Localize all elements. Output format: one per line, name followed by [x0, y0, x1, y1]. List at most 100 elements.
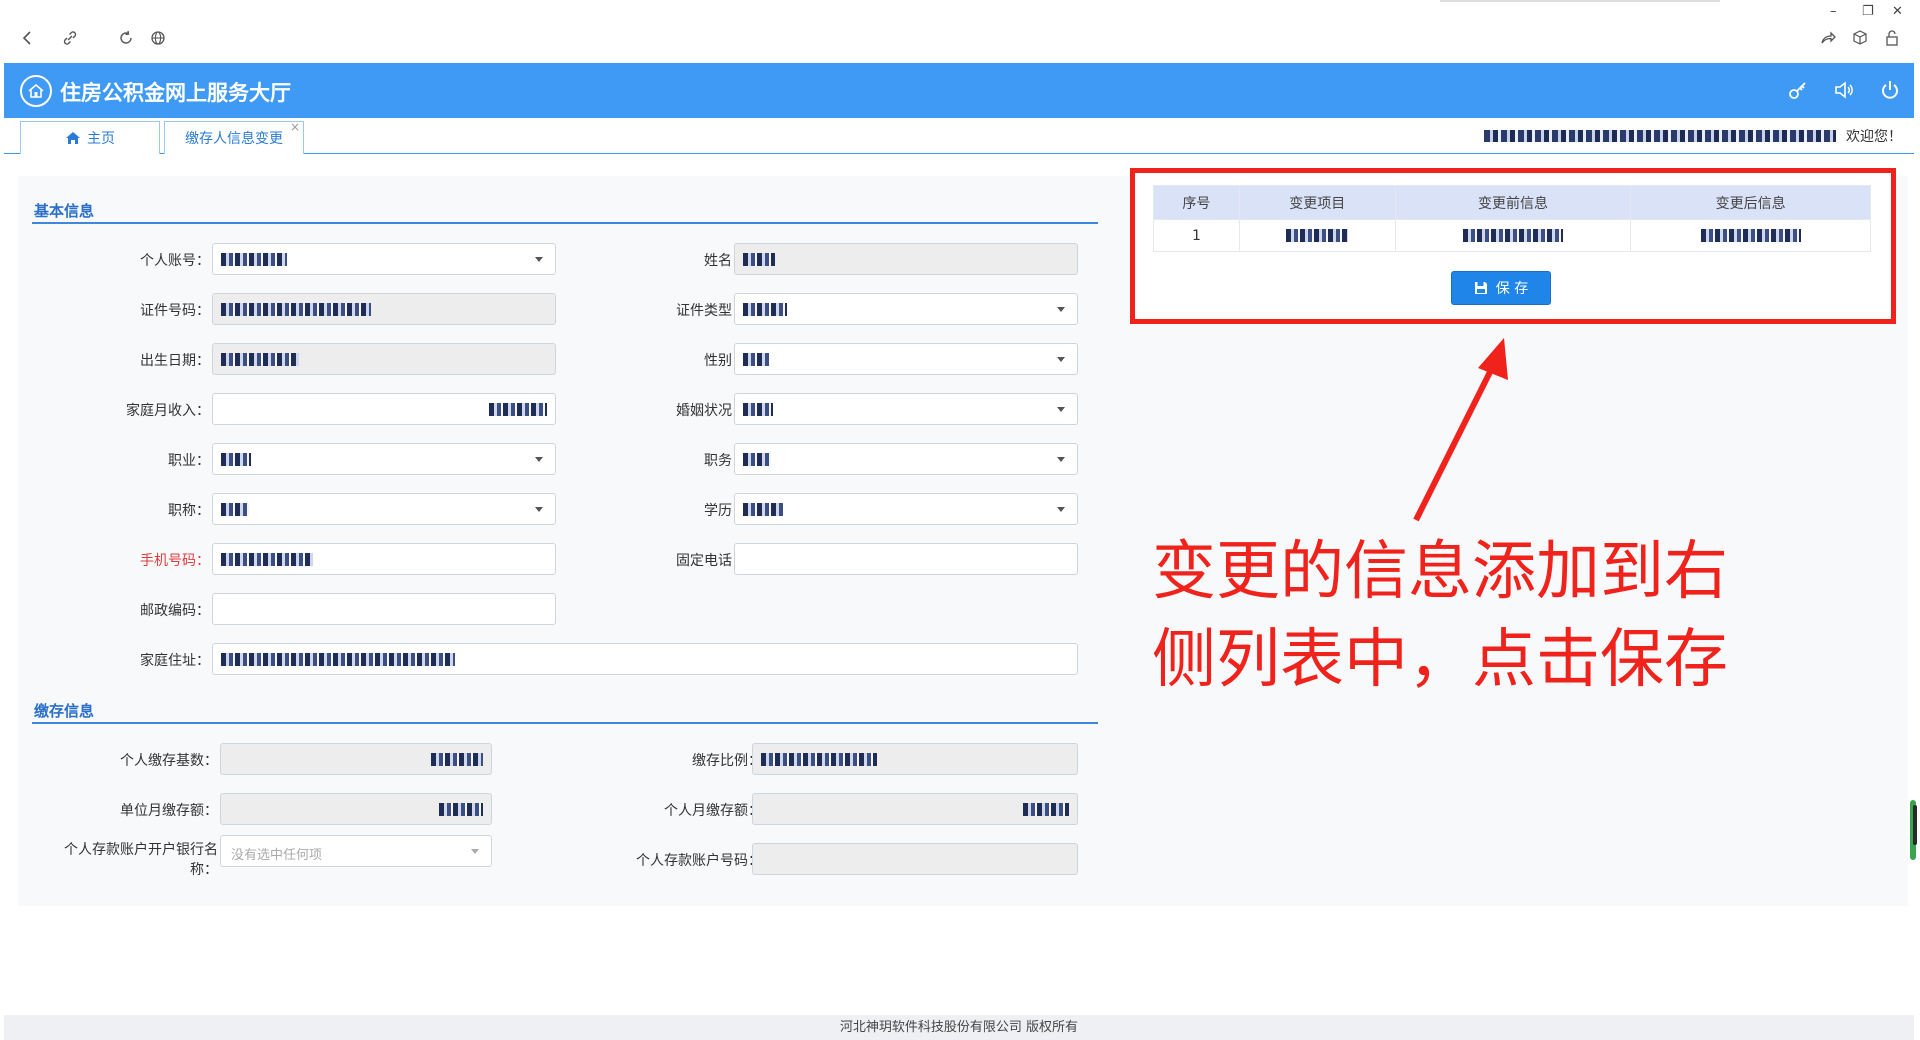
- marital-select[interactable]: [734, 393, 1078, 425]
- section-divider: [32, 722, 1098, 724]
- education-select[interactable]: [734, 493, 1078, 525]
- section-title-deposit: 缴存信息: [34, 702, 95, 720]
- position-select[interactable]: [734, 443, 1078, 475]
- bank-account-label: 个人存款账户号码：: [636, 853, 762, 869]
- id-number-field: [212, 293, 556, 325]
- mobile-input[interactable]: [212, 543, 556, 575]
- gender-value: [743, 352, 769, 367]
- occupation-select[interactable]: [212, 443, 556, 475]
- home-logo-icon: [20, 75, 52, 107]
- tab-home[interactable]: 主页: [20, 121, 160, 154]
- row-index: 1: [1153, 219, 1240, 252]
- mobile-label: 手机号码：: [140, 553, 210, 569]
- row-change-item: [1238, 219, 1396, 252]
- base-label: 个人缴存基数：: [120, 753, 218, 769]
- footer-copyright: 河北神玥软件科技股份有限公司 版权所有: [839, 1020, 1079, 1035]
- globe-icon[interactable]: [146, 26, 170, 50]
- mobile-value: [221, 552, 313, 567]
- title-select[interactable]: [212, 493, 556, 525]
- table-row[interactable]: 1: [1153, 219, 1871, 252]
- bank-name-select[interactable]: 没有选中任何项: [220, 835, 492, 867]
- base-value: [431, 752, 483, 767]
- address-label: 家庭住址：: [140, 653, 210, 669]
- base-field: [220, 743, 492, 775]
- form-panel: 基本信息 个人账号： 姓名： 证件号码： 证件类型： 出生日期： 性别： 家庭月…: [18, 176, 1118, 906]
- share-icon[interactable]: [1816, 26, 1840, 50]
- browser-toolbar: – ❐ ✕: [0, 0, 1920, 62]
- restore-button[interactable]: ❐: [1862, 4, 1874, 19]
- bank-name-label: 个人存款账户开户银行名称：: [64, 842, 218, 878]
- income-value: [489, 402, 547, 417]
- lock-icon[interactable]: [1880, 26, 1904, 50]
- marital-label: 婚姻状况：: [676, 403, 746, 419]
- gender-select[interactable]: [734, 343, 1078, 375]
- welcome-text: 欢迎您！: [1846, 129, 1902, 145]
- change-list-panel: 序号 变更项目 变更前信息 变更后信息 1 保 存: [1130, 168, 1896, 324]
- welcome-area: 欢迎您！: [1484, 126, 1902, 146]
- tab-depositor-info-change[interactable]: 缴存人信息变更 ×: [164, 120, 304, 154]
- browser-tab-edge: [1440, 0, 1720, 2]
- app-title: 住房公积金网上服务大厅: [60, 81, 291, 105]
- annotation-text: 变更的信息添加到右 侧列表中，点击保存: [1152, 528, 1772, 704]
- refresh-icon[interactable]: [114, 26, 138, 50]
- close-window-button[interactable]: ✕: [1892, 4, 1903, 19]
- header-after: 变更后信息: [1630, 185, 1871, 220]
- header-before: 变更前信息: [1394, 185, 1632, 220]
- link-icon[interactable]: [58, 26, 82, 50]
- annotation-line-2: 侧列表中，点击保存: [1152, 623, 1728, 697]
- birth-label: 出生日期：: [140, 353, 210, 369]
- header-change-item: 变更项目: [1238, 185, 1396, 220]
- section-divider: [32, 222, 1098, 224]
- row-after: [1630, 219, 1871, 252]
- scrollbar-thumb[interactable]: [1913, 805, 1917, 845]
- name-value: [743, 252, 775, 267]
- chevron-down-icon: [1057, 507, 1065, 512]
- chevron-down-icon: [1057, 457, 1065, 462]
- birth-field: [212, 343, 556, 375]
- id-type-select[interactable]: [734, 293, 1078, 325]
- tab-home-label: 主页: [87, 131, 115, 147]
- postcode-input[interactable]: [212, 593, 556, 625]
- app-header: 住房公积金网上服务大厅: [4, 63, 1914, 118]
- education-value: [743, 502, 783, 517]
- postcode-label: 邮政编码：: [140, 603, 210, 619]
- account-value: [221, 252, 287, 267]
- box-icon[interactable]: [1848, 26, 1872, 50]
- phone-label: 固定电话：: [676, 553, 746, 569]
- floppy-disk-icon: [1474, 282, 1487, 294]
- key-icon[interactable]: [1784, 76, 1812, 104]
- bank-name-placeholder: 没有选中任何项: [231, 848, 323, 863]
- chevron-down-icon: [1057, 407, 1065, 412]
- speaker-icon[interactable]: [1830, 76, 1858, 104]
- birth-value: [221, 352, 299, 367]
- back-icon[interactable]: [16, 26, 40, 50]
- title-label: 职称：: [168, 503, 210, 519]
- ratio-label: 缴存比例：: [692, 753, 762, 769]
- save-button[interactable]: 保 存: [1451, 271, 1551, 305]
- chevron-down-icon: [1057, 307, 1065, 312]
- name-field: [734, 243, 1078, 275]
- account-select[interactable]: [212, 243, 556, 275]
- annotation-arrow-icon: [1413, 338, 1508, 522]
- phone-input[interactable]: [734, 543, 1078, 575]
- id-number-value: [221, 302, 371, 317]
- income-input[interactable]: [212, 393, 556, 425]
- gender-label: 性别：: [704, 353, 746, 369]
- position-value: [743, 452, 771, 467]
- chevron-down-icon: [471, 849, 479, 854]
- chevron-down-icon: [535, 507, 543, 512]
- change-table: 序号 变更项目 变更前信息 变更后信息 1: [1153, 185, 1871, 252]
- personal-monthly-value: [1023, 802, 1069, 817]
- section-title-basic: 基本信息: [34, 202, 95, 220]
- ratio-field: [752, 743, 1078, 775]
- occupation-value: [221, 452, 251, 467]
- power-icon[interactable]: [1876, 76, 1904, 104]
- address-input[interactable]: [212, 643, 1078, 675]
- save-button-label: 保 存: [1495, 281, 1529, 297]
- id-type-value: [743, 302, 787, 317]
- minimize-button[interactable]: –: [1830, 4, 1837, 19]
- user-info-masked: [1484, 130, 1836, 142]
- annotation-line-1: 变更的信息添加到右: [1152, 535, 1728, 609]
- bank-account-field: [752, 843, 1078, 875]
- tab-close-icon[interactable]: ×: [290, 120, 300, 134]
